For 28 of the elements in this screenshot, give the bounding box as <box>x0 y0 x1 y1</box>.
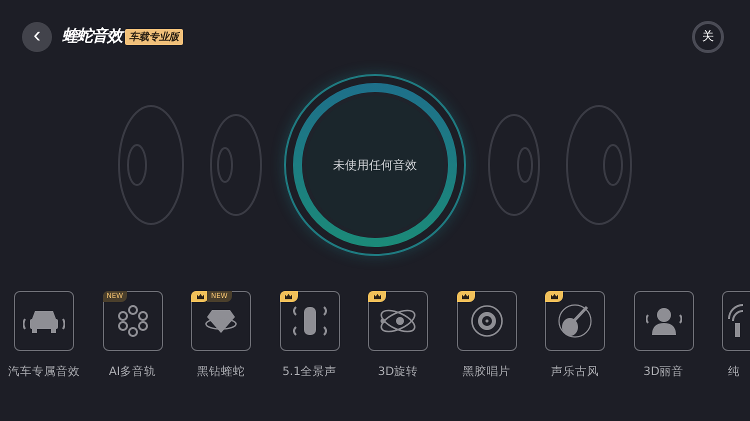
person-icon <box>646 306 682 336</box>
power-button[interactable]: 关 <box>692 20 724 52</box>
app-logo: 蝰蛇音效 <box>62 26 122 47</box>
effect-label: AI多音轨 <box>108 364 156 379</box>
effect-tile[interactable] <box>14 291 74 351</box>
effect-tile[interactable] <box>280 291 340 351</box>
flower-icon <box>116 304 148 338</box>
diamond-icon <box>205 308 237 334</box>
effect-label: 3D旋转 <box>378 364 418 379</box>
effect-tile[interactable] <box>634 291 694 351</box>
effect-label: 黑胶唱片 <box>462 364 510 379</box>
back-button[interactable]: ‹ <box>22 22 52 52</box>
effect-label: 汽车专属音效 <box>8 364 80 379</box>
effect-label: 声乐古风 <box>551 364 599 379</box>
signal-icon <box>728 304 744 338</box>
edition-badge: 车载专业版 <box>125 28 183 44</box>
effect-tile[interactable] <box>545 291 605 351</box>
effect-tile[interactable] <box>368 291 428 351</box>
vinyl-icon <box>470 305 502 337</box>
effect-label: 纯 <box>728 364 740 379</box>
car-top-icon <box>292 305 328 337</box>
effect-label: 黑钻蝰蛇 <box>197 364 245 379</box>
status-text: 未使用任何音效 <box>333 156 417 174</box>
effect-label: 3D丽音 <box>643 364 684 379</box>
orbit-icon <box>379 308 417 334</box>
lute-icon <box>558 304 592 338</box>
effect-label: 5.1全景声 <box>282 364 337 379</box>
effect-tile[interactable] <box>456 291 516 351</box>
